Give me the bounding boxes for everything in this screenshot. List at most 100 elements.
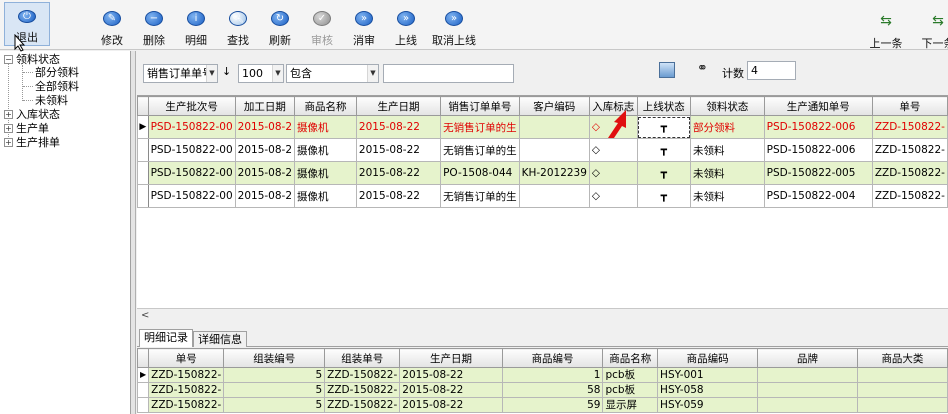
cell[interactable]: ZZD-150822- [148, 397, 225, 413]
online-button[interactable]: » 上线 [390, 4, 422, 48]
cell[interactable]: PO-1508-044 [440, 161, 520, 185]
refresh-button[interactable]: ↻ 刷新 [264, 4, 296, 48]
filter-value-input[interactable] [383, 64, 514, 83]
cell[interactable]: 2015-08-22 [355, 115, 442, 139]
tab-detail-info[interactable]: 详细信息 [193, 331, 247, 347]
cell[interactable]: 摄像机 [294, 184, 357, 208]
cell[interactable]: ZZD-150822- [148, 382, 225, 398]
tree-node-none[interactable]: 未领料 [35, 94, 68, 108]
prev-record-button[interactable]: ⇆ 上一条 [866, 4, 906, 50]
online-status-cell[interactable]: ┳ [636, 138, 692, 162]
cell[interactable]: PSD-150822-00 [147, 161, 236, 185]
cell[interactable]: ZZD-150822- [148, 367, 225, 383]
cell[interactable]: 摄像机 [294, 161, 357, 185]
column-header[interactable]: 组装单号 [324, 348, 401, 368]
cell[interactable]: 1 [501, 367, 604, 383]
audit-button[interactable]: ✓ 审核 [306, 4, 338, 48]
cell[interactable]: PSD-150822-004 [763, 184, 873, 208]
cell[interactable]: PSD-150822-00 [147, 184, 236, 208]
stock-flag-cell[interactable]: ◇ [588, 138, 638, 162]
cell[interactable]: PSD-150822-00 [147, 115, 236, 139]
tree-node-production-order[interactable]: + 生产单 [4, 122, 49, 136]
cell[interactable]: pcb板 [602, 367, 659, 383]
cell[interactable]: ZZD-150822- [871, 184, 948, 208]
expand-icon[interactable]: + [4, 110, 13, 119]
row-selector[interactable] [137, 397, 150, 413]
cell[interactable]: 无销售订单的生 [440, 115, 520, 139]
tree-node-partial[interactable]: 部分领料 [35, 66, 79, 80]
cell[interactable]: 2015-08-22 [399, 367, 503, 383]
collapse-icon[interactable]: − [4, 55, 13, 64]
cell[interactable]: 未领料 [690, 184, 765, 208]
cell[interactable]: ZZD-150822- [324, 397, 401, 413]
row-selector[interactable] [137, 184, 149, 208]
cell[interactable]: 2015-08-22 [355, 184, 442, 208]
delete-button[interactable]: − 删除 [138, 4, 170, 48]
cell[interactable]: 58 [501, 382, 604, 398]
cell[interactable]: 未领料 [690, 161, 765, 185]
cell[interactable]: 部分领料 [690, 115, 765, 139]
cell[interactable] [757, 367, 858, 383]
cell[interactable] [518, 138, 590, 162]
table-row[interactable]: PSD-150822-00 2015-08-2 摄像机 2015-08-22 无… [137, 138, 948, 162]
cell[interactable]: ZZD-150822- [324, 367, 401, 383]
column-header[interactable]: 品牌 [757, 348, 858, 368]
column-header[interactable]: 商品大类 [856, 348, 948, 368]
column-header[interactable]: 加工日期 [234, 96, 296, 116]
cell[interactable] [856, 382, 948, 398]
row-selector[interactable] [137, 138, 149, 162]
cell[interactable]: 5 [223, 397, 326, 413]
table-row[interactable]: ▶ ZZD-150822- 5 ZZD-150822- 2015-08-22 1… [137, 367, 948, 383]
cell[interactable]: 2015-08-2 [234, 138, 296, 162]
splitter[interactable] [131, 51, 136, 414]
cell[interactable]: ZZD-150822- [871, 138, 948, 162]
current-row-icon[interactable]: ▶ [137, 115, 149, 139]
stock-flag-cell[interactable]: ◇ [588, 184, 638, 208]
online-status-cell[interactable]: ┳ [636, 161, 692, 185]
cell[interactable]: PSD-150822-00 [147, 138, 236, 162]
scroll-left-icon[interactable]: < [141, 310, 149, 321]
sort-icon[interactable]: ↓ [222, 65, 231, 78]
column-header[interactable]: 上线状态 [636, 96, 692, 116]
online-status-cell[interactable]: ┳ [636, 184, 692, 208]
cell[interactable]: HSY-058 [657, 382, 759, 398]
current-row-icon[interactable]: ▶ [137, 367, 150, 383]
cell[interactable] [856, 367, 948, 383]
online-status-cell[interactable]: ┳ [636, 115, 692, 139]
cell[interactable]: PSD-150822-006 [763, 138, 873, 162]
cell[interactable] [518, 115, 590, 139]
exit-button[interactable]: ⏻ 退出 [4, 2, 50, 46]
cell[interactable] [757, 382, 858, 398]
cell[interactable]: 2015-08-2 [234, 115, 296, 139]
table-row[interactable]: PSD-150822-00 2015-08-2 摄像机 2015-08-22 无… [137, 184, 948, 208]
tree-node-all[interactable]: 全部领料 [35, 80, 79, 94]
expand-icon[interactable]: + [4, 138, 13, 147]
cell[interactable]: KH-2012239 [518, 161, 590, 185]
next-record-button[interactable]: ⇆ 下一条 [918, 4, 948, 50]
column-header[interactable]: 商品编码 [657, 348, 759, 368]
cell[interactable]: 59 [501, 397, 604, 413]
column-header[interactable]: 商品名称 [602, 348, 659, 368]
cell[interactable] [518, 184, 590, 208]
cell[interactable]: HSY-001 [657, 367, 759, 383]
column-header[interactable]: 单号 [871, 96, 948, 116]
table-row[interactable]: PSD-150822-00 2015-08-2 摄像机 2015-08-22 P… [137, 161, 948, 185]
row-selector[interactable] [137, 382, 150, 398]
stock-flag-cell[interactable]: ◇ [588, 161, 638, 185]
detail-button[interactable]: i 明细 [180, 4, 212, 48]
cell[interactable]: ZZD-150822- [871, 115, 948, 139]
table-row[interactable]: ZZD-150822- 5 ZZD-150822- 2015-08-22 59 … [137, 397, 948, 413]
cell[interactable]: ZZD-150822- [871, 161, 948, 185]
column-header[interactable]: 单号 [148, 348, 225, 368]
cell[interactable]: 5 [223, 382, 326, 398]
picture-search-icon[interactable] [659, 62, 675, 78]
cell[interactable]: 5 [223, 367, 326, 383]
cell[interactable]: PSD-150822-005 [763, 161, 873, 185]
column-header[interactable]: 生产日期 [355, 96, 442, 116]
cell[interactable]: 未领料 [690, 138, 765, 162]
cell[interactable]: PSD-150822-006 [763, 115, 873, 139]
column-header[interactable]: 生产通知单号 [763, 96, 873, 116]
cell[interactable]: HSY-059 [657, 397, 759, 413]
column-header[interactable]: 客户编码 [518, 96, 590, 116]
cancel-online-button[interactable]: » 取消上线 [430, 4, 478, 48]
